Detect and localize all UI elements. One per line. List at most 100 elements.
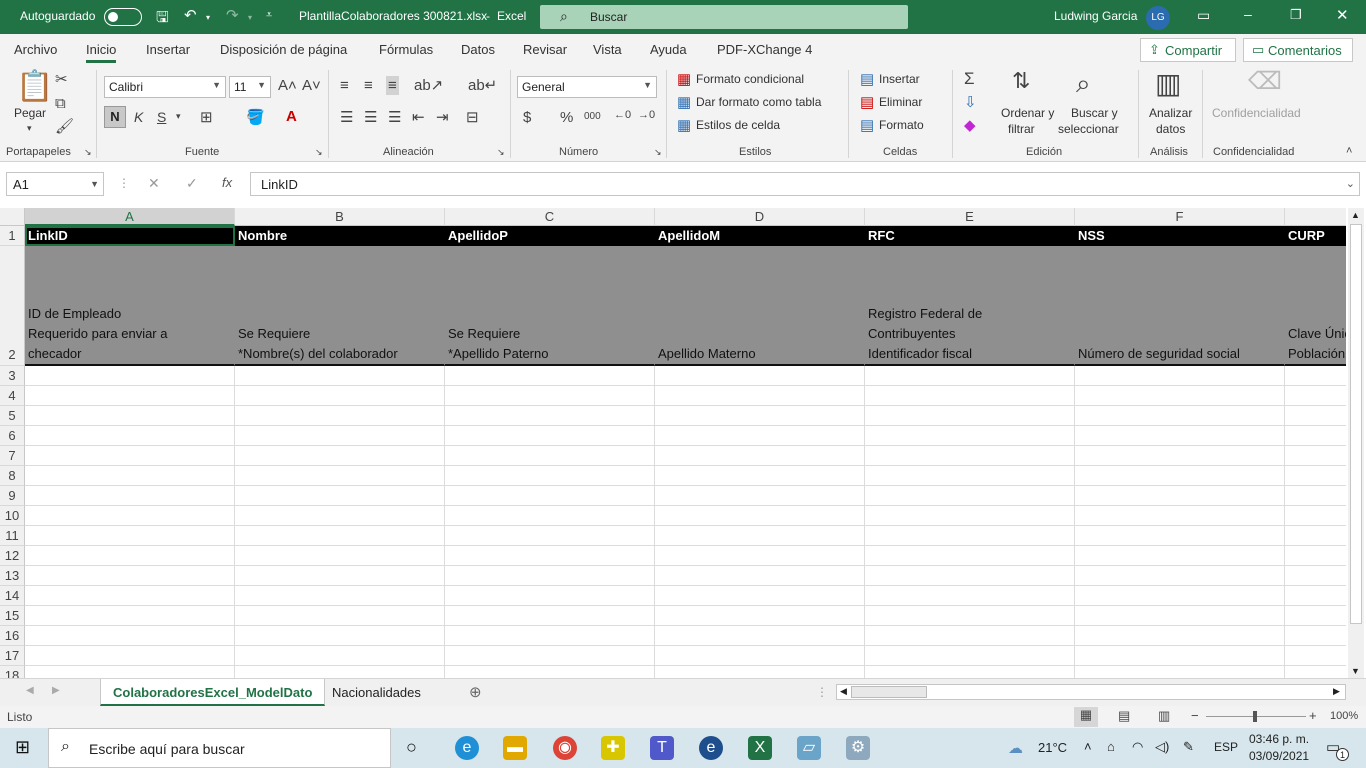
select-all-corner[interactable] [0,208,25,226]
row-header[interactable]: 3 [0,366,25,386]
paste-dropdown-icon[interactable]: ▾ [27,124,32,133]
cell-e14[interactable] [865,586,1075,606]
find-select-label-1[interactable]: Buscar y [1071,106,1118,120]
chrome-icon[interactable]: ◉ [553,736,577,760]
next-sheet-icon[interactable]: ▶ [52,685,60,696]
row-header[interactable]: 10 [0,506,25,526]
splitter-icon[interactable]: ⋮ [816,685,828,699]
cell-b5[interactable] [235,406,445,426]
row-header[interactable]: 12 [0,546,25,566]
cell-e5[interactable] [865,406,1075,426]
cell-b17[interactable] [235,646,445,666]
cell-b8[interactable] [235,466,445,486]
formula-input[interactable]: LinkID ⌄ [250,172,1360,196]
cell-d5[interactable] [655,406,865,426]
cell-f18[interactable] [1075,666,1285,678]
cell-b13[interactable] [235,566,445,586]
autosave-toggle[interactable] [104,8,142,26]
search-box[interactable]: ⌕ Buscar [540,5,908,29]
analyze-data-label-1[interactable]: Analizar [1149,106,1192,120]
cut-icon[interactable]: ✂ [55,72,68,87]
cell-e8[interactable] [865,466,1075,486]
cell-d13[interactable] [655,566,865,586]
page-layout-icon[interactable]: ▤ [1118,708,1130,724]
cell-g12[interactable] [1285,546,1346,566]
cell-c1[interactable]: ApellidoP [445,226,655,246]
cell-a13[interactable] [25,566,235,586]
tab-inicio[interactable]: Inicio [86,42,117,63]
merge-center-icon[interactable]: ⊟ [466,110,479,125]
cell-g15[interactable] [1285,606,1346,626]
cell-a17[interactable] [25,646,235,666]
cell-g17[interactable] [1285,646,1346,666]
column-header-d[interactable]: D [655,208,865,226]
cell-b15[interactable] [235,606,445,626]
network-icon[interactable]: ⌂ [1107,739,1115,754]
cell-f1[interactable]: NSS [1075,226,1285,246]
tool-icon[interactable]: ✚ [601,736,625,760]
chevron-down-icon[interactable]: ▼ [90,179,99,189]
row-header[interactable]: 11 [0,526,25,546]
cell-c2[interactable]: Se Requiere *Apellido Paterno [445,246,655,366]
cell-c7[interactable] [445,446,655,466]
avatar[interactable]: LG [1146,6,1170,30]
cell-a14[interactable] [25,586,235,606]
cell-e4[interactable] [865,386,1075,406]
app-icon[interactable]: ▱ [797,736,821,760]
align-top-icon[interactable]: ≡ [340,78,349,93]
cell-b9[interactable] [235,486,445,506]
font-name-select[interactable]: Calibri ▼ [104,76,226,98]
tab-pdf-xchange[interactable]: PDF-XChange 4 [717,42,812,57]
format-painter-icon[interactable]: 🖌 [55,119,74,134]
tab-archivo[interactable]: Archivo [14,42,57,57]
cell-g1[interactable]: CURP [1285,226,1346,246]
cell-a6[interactable] [25,426,235,446]
tab-vista[interactable]: Vista [593,42,622,57]
cell-g3[interactable] [1285,366,1346,386]
cell-b7[interactable] [235,446,445,466]
cell-a15[interactable] [25,606,235,626]
tab-insertar[interactable]: Insertar [146,42,190,57]
underline-dropdown-icon[interactable]: ▾ [176,112,181,121]
clear-icon[interactable]: ◆ [964,118,976,133]
cell-d11[interactable] [655,526,865,546]
increase-indent-icon[interactable]: ⇥ [436,110,449,125]
sort-filter-label-2[interactable]: filtrar [1008,122,1035,136]
cell-f17[interactable] [1075,646,1285,666]
row-header[interactable]: 15 [0,606,25,626]
teams-icon[interactable]: T [650,736,674,760]
cell-f16[interactable] [1075,626,1285,646]
row-header[interactable]: 17 [0,646,25,666]
cell-c9[interactable] [445,486,655,506]
sheet-tab-colaboradores[interactable]: ColaboradoresExcel_ModelDato [100,679,326,706]
cell-g7[interactable] [1285,446,1346,466]
cell-a7[interactable] [25,446,235,466]
wifi-icon[interactable]: ◠ [1132,739,1143,755]
row-header[interactable]: 18 [0,666,25,678]
cell-a18[interactable] [25,666,235,678]
cell-f12[interactable] [1075,546,1285,566]
conditional-format-button[interactable]: Formato condicional [696,72,804,86]
column-header-b[interactable]: B [235,208,445,226]
cell-b16[interactable] [235,626,445,646]
cell-c15[interactable] [445,606,655,626]
cell-g8[interactable] [1285,466,1346,486]
column-header-g[interactable]: G [1285,208,1346,226]
cell-f13[interactable] [1075,566,1285,586]
cell-f7[interactable] [1075,446,1285,466]
column-header-a[interactable]: A [25,208,235,226]
column-header-e[interactable]: E [865,208,1075,226]
cell-d1[interactable]: ApellidoM [655,226,865,246]
minimize-icon[interactable]: – [1244,6,1252,22]
volume-icon[interactable]: ◁) [1155,739,1169,755]
cell-e13[interactable] [865,566,1075,586]
align-right-icon[interactable]: ☰ [388,110,401,125]
cell-a9[interactable] [25,486,235,506]
cell-e18[interactable] [865,666,1075,678]
decrease-decimal-icon[interactable]: →0 [638,110,655,121]
normal-view-icon[interactable]: ▦ [1074,707,1098,727]
sort-filter-label-1[interactable]: Ordenar y [1001,106,1054,120]
zoom-slider-thumb[interactable] [1253,711,1257,722]
decrease-indent-icon[interactable]: ⇤ [412,110,425,125]
cell-g4[interactable] [1285,386,1346,406]
